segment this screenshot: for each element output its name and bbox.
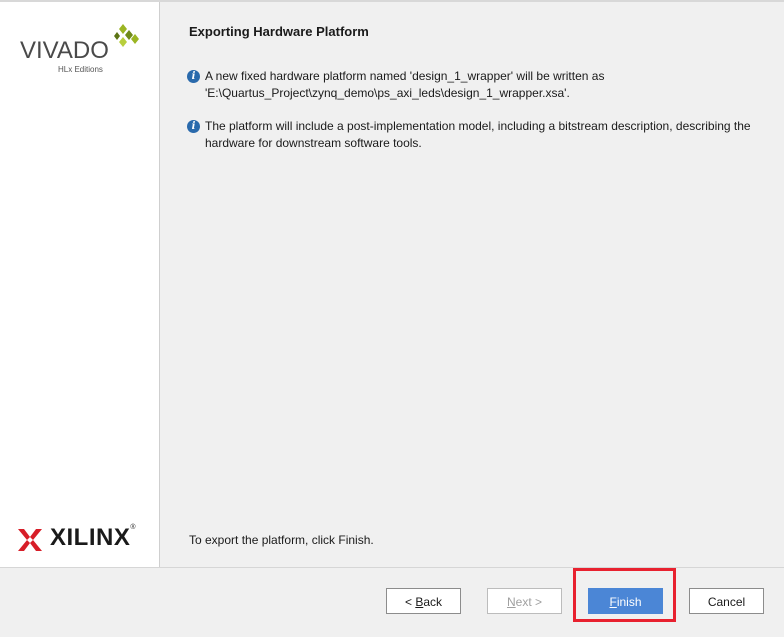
info-message-text: A new fixed hardware platform named 'des…	[205, 69, 605, 100]
back-button-label: ack	[423, 595, 443, 609]
next-button-label: ext >	[515, 595, 543, 609]
next-button-mnemonic: N	[506, 595, 516, 609]
info-message-output-path: i A new fixed hardware platform named 'd…	[187, 68, 767, 104]
wizard-content: Exporting Hardware Platform i A new fixe…	[160, 2, 784, 567]
vivado-logo-mark-icon	[114, 24, 139, 47]
xilinx-wordmark: XILINX	[50, 524, 131, 551]
info-icon: i	[187, 120, 200, 133]
next-button[interactable]: Next >	[487, 588, 562, 614]
finish-button-label: inish	[616, 595, 642, 609]
info-icon: i	[187, 70, 200, 83]
xilinx-registered-mark: ®	[130, 524, 137, 531]
finish-button-mnemonic: F	[609, 595, 617, 609]
xilinx-logo: XILINX®	[18, 524, 148, 555]
back-button[interactable]: < Back	[386, 588, 461, 614]
finish-hint-text: To export the platform, click Finish.	[189, 533, 374, 547]
cancel-button[interactable]: Cancel	[689, 588, 764, 614]
vivado-logo-text: VIVADO	[20, 37, 109, 64]
vivado-logo-subtitle: HLx Editions	[58, 65, 103, 74]
xilinx-logo-text: XILINX®	[50, 524, 136, 552]
wizard-sidebar: VIVADO HLx Editions XILINX®	[0, 2, 160, 567]
back-button-prefix: <	[404, 595, 416, 609]
info-message-text: The platform will include a post-impleme…	[205, 119, 751, 150]
wizard-button-bar: < Back Next > Finish Cancel	[0, 567, 784, 637]
finish-button[interactable]: Finish	[588, 588, 663, 614]
xilinx-logo-mark-icon	[18, 529, 42, 551]
info-message-platform-contents: i The platform will include a post-imple…	[187, 118, 767, 154]
page-title: Exporting Hardware Platform	[189, 24, 369, 39]
vivado-logo: VIVADO HLx Editions	[18, 22, 143, 77]
